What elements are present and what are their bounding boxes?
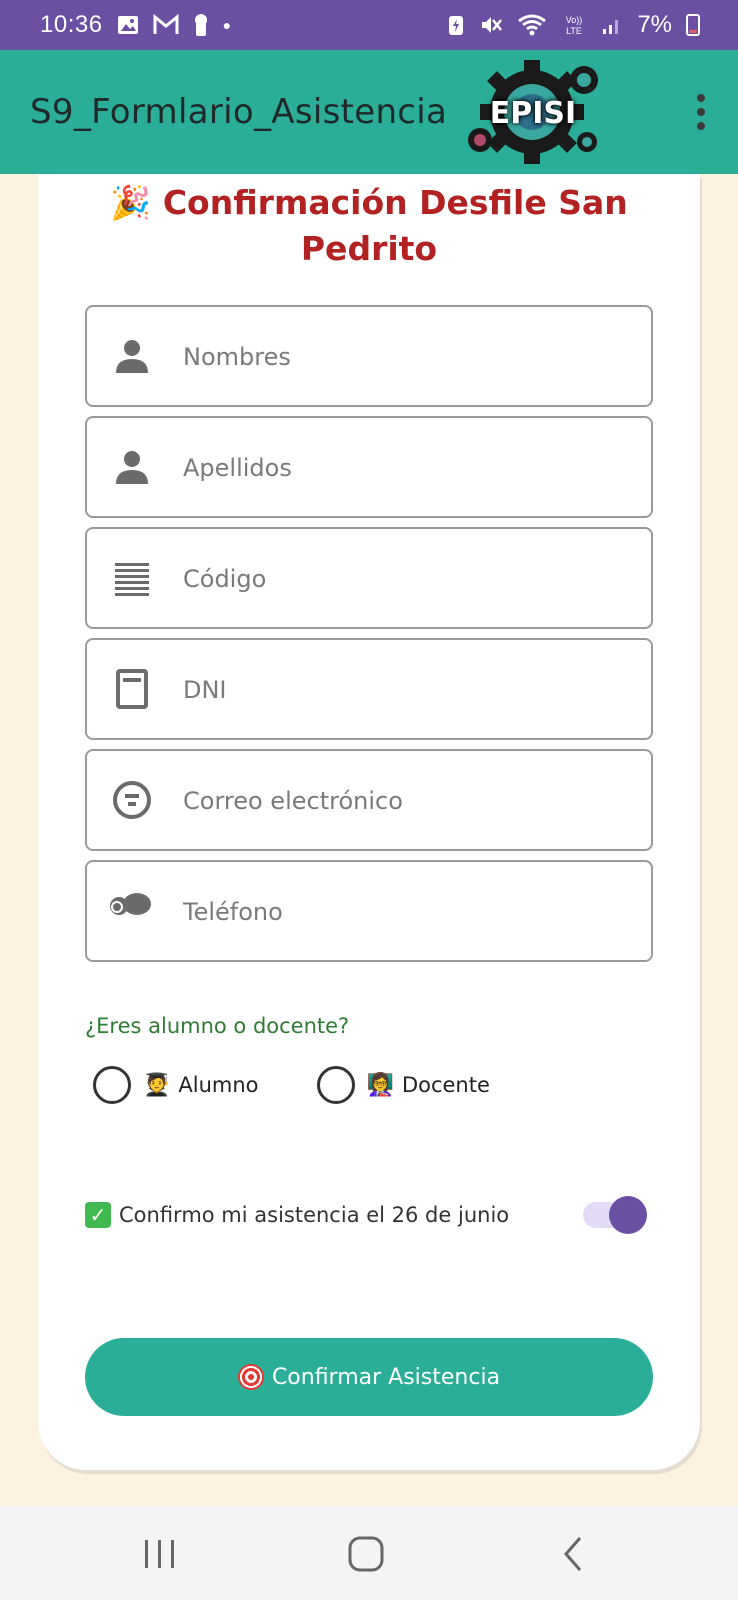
teacher-icon: 👩‍🏫: [366, 1072, 394, 1098]
confirm-attendance-switch[interactable]: [583, 1196, 647, 1234]
data-saver-icon: [449, 16, 464, 35]
navigation-bar: [0, 1506, 738, 1600]
party-popper-icon: 🎉: [110, 183, 152, 222]
radio-docente-circle[interactable]: [316, 1066, 355, 1104]
nombres-field[interactable]: [85, 305, 653, 407]
battery-icon: [686, 14, 700, 36]
radio-docente[interactable]: 👩‍🏫 Docente: [316, 1066, 490, 1104]
confirm-attendance-row: ✓ Confirmo mi asistencia el 26 de junio: [85, 1192, 647, 1238]
dni-field[interactable]: [85, 638, 653, 740]
radio-alumno[interactable]: 🧑‍🎓 Alumno: [93, 1066, 259, 1104]
apellidos-field[interactable]: [85, 416, 653, 518]
form-title: 🎉 Confirmación Desfile San Pedrito: [38, 180, 700, 272]
svg-text:Vo)): Vo)): [566, 15, 583, 25]
recent-apps-icon[interactable]: [138, 1532, 182, 1576]
apellidos-input[interactable]: [183, 438, 623, 498]
id-card-icon: [116, 669, 148, 709]
telefono-field[interactable]: [85, 860, 653, 962]
confirm-attendance-label: Confirmo mi asistencia el 26 de junio: [119, 1203, 510, 1227]
signal-icon: [603, 20, 619, 34]
status-bar: 10:36 ● Vo)) LTE 7%: [0, 0, 738, 50]
svg-text:LTE: LTE: [566, 26, 582, 36]
mute-icon: [482, 17, 503, 33]
telefono-input[interactable]: [183, 882, 623, 942]
check-mark-icon: ✓: [85, 1202, 111, 1228]
battery-percent: 7%: [637, 11, 672, 38]
confirm-attendance-label-wrap: ✓ Confirmo mi asistencia el 26 de junio: [85, 1202, 509, 1228]
person-icon: [116, 451, 148, 484]
gmail-icon: [153, 14, 179, 34]
image-icon: [117, 16, 138, 34]
switch-knob[interactable]: [609, 1196, 647, 1234]
radio-alumno-label: Alumno: [178, 1073, 259, 1097]
status-time: 10:36: [40, 11, 103, 38]
wifi-icon: [518, 14, 547, 36]
app-bar: S9_Formlario_Asistencia EPISI: [0, 50, 738, 174]
volte-icon: Vo)) LTE: [566, 15, 583, 36]
role-radio-group: 🧑‍🎓 Alumno 👩‍🏫 Docente: [93, 1066, 548, 1104]
more-options-icon[interactable]: [694, 94, 708, 130]
target-icon: [237, 1364, 264, 1390]
person-icon: [116, 340, 148, 373]
episi-logo: EPISI: [462, 58, 604, 164]
form-title-text: Confirmación Desfile San Pedrito: [162, 183, 628, 268]
role-question: ¿Eres alumno o docente?: [85, 1014, 350, 1038]
status-right: Vo)) LTE 7%: [447, 11, 700, 39]
dni-input[interactable]: [183, 660, 623, 720]
status-left: 10:36 ●: [40, 11, 231, 39]
confirm-attendance-button-label: Confirmar Asistencia: [271, 1364, 501, 1390]
keyhole-icon: [194, 14, 207, 36]
radio-docente-label: Docente: [401, 1073, 490, 1097]
back-icon[interactable]: [552, 1532, 596, 1576]
nombres-input[interactable]: [183, 327, 623, 387]
phone-icon: [110, 893, 151, 915]
email-icon: [113, 781, 151, 819]
home-icon[interactable]: [344, 1532, 388, 1576]
student-icon: 🧑‍🎓: [143, 1072, 171, 1098]
confirm-attendance-button[interactable]: Confirmar Asistencia: [85, 1338, 653, 1416]
email-field[interactable]: [85, 749, 653, 851]
codigo-field[interactable]: [85, 527, 653, 629]
radio-alumno-circle[interactable]: [93, 1066, 131, 1104]
email-input[interactable]: [183, 771, 623, 831]
form-card: 🎉 Confirmación Desfile San Pedrito Nombr…: [38, 174, 700, 1470]
lines-icon: [115, 563, 149, 596]
app-title: S9_Formlario_Asistencia: [30, 92, 448, 132]
logo-text: EPISI: [489, 96, 577, 131]
codigo-input[interactable]: [183, 549, 623, 609]
dot-icon: ●: [222, 17, 232, 33]
